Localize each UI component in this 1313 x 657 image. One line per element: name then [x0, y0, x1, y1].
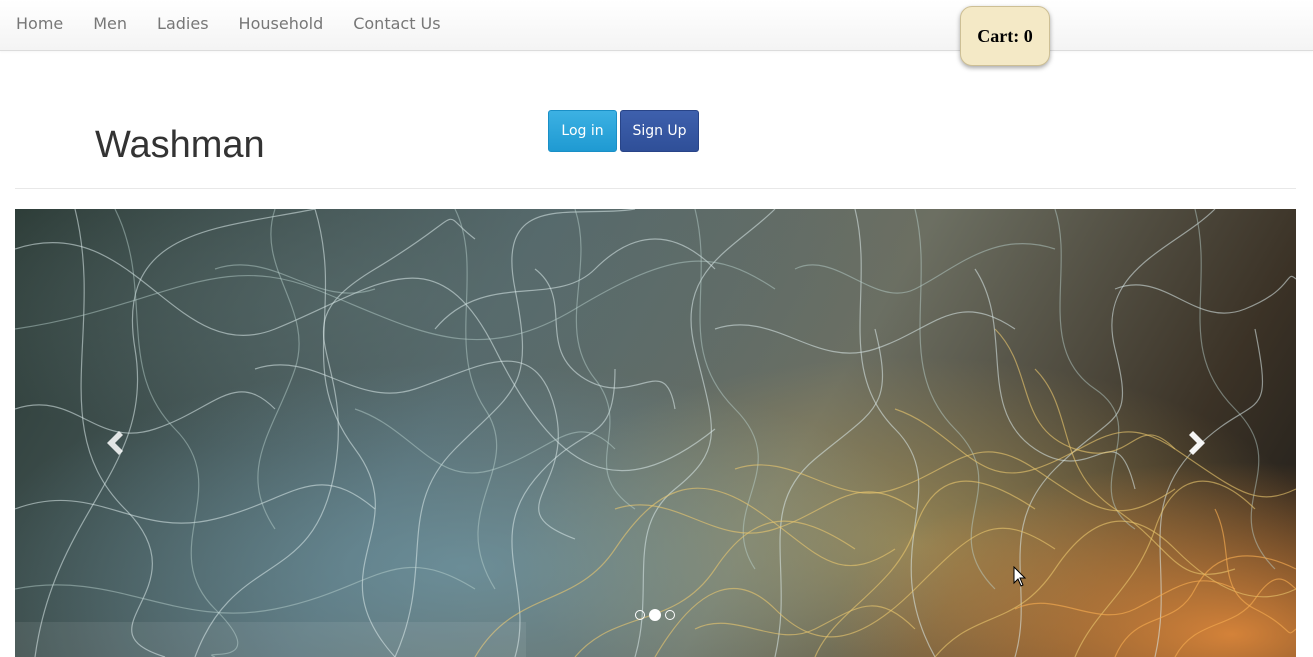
carousel-next-button[interactable]: [1177, 423, 1217, 463]
nav-item-contact-us[interactable]: Contact Us: [338, 0, 455, 48]
signup-button[interactable]: Sign Up: [620, 110, 699, 152]
carousel-prev-button[interactable]: [95, 423, 135, 463]
chevron-left-icon: [107, 431, 123, 455]
carousel-caption-strip: [15, 622, 526, 657]
nav-item-men[interactable]: Men: [78, 0, 142, 48]
auth-buttons: Log in Sign Up: [548, 110, 699, 152]
carousel-indicators: [635, 609, 675, 621]
carousel-indicator-2[interactable]: [649, 609, 661, 621]
login-button-label: Log in: [561, 123, 604, 139]
carousel-indicator-1[interactable]: [635, 610, 645, 620]
site-title: Washman: [95, 124, 265, 166]
chevron-right-icon: [1189, 431, 1205, 455]
header-divider: [15, 188, 1296, 189]
carousel-indicator-3[interactable]: [665, 610, 675, 620]
carousel-slide-image: [15, 209, 1296, 657]
login-button[interactable]: Log in: [548, 110, 617, 152]
nav-menu: Home Men Ladies Household Contact Us: [0, 0, 456, 48]
top-navbar: Home Men Ladies Household Contact Us: [0, 0, 1313, 51]
nav-item-ladies[interactable]: Ladies: [142, 0, 224, 48]
cart-label: Cart: 0: [977, 25, 1033, 46]
signup-button-label: Sign Up: [632, 123, 687, 139]
nav-item-home[interactable]: Home: [0, 0, 78, 48]
cart-button[interactable]: Cart: 0: [960, 6, 1050, 66]
nav-item-household[interactable]: Household: [224, 0, 339, 48]
hero-carousel[interactable]: [15, 209, 1296, 657]
